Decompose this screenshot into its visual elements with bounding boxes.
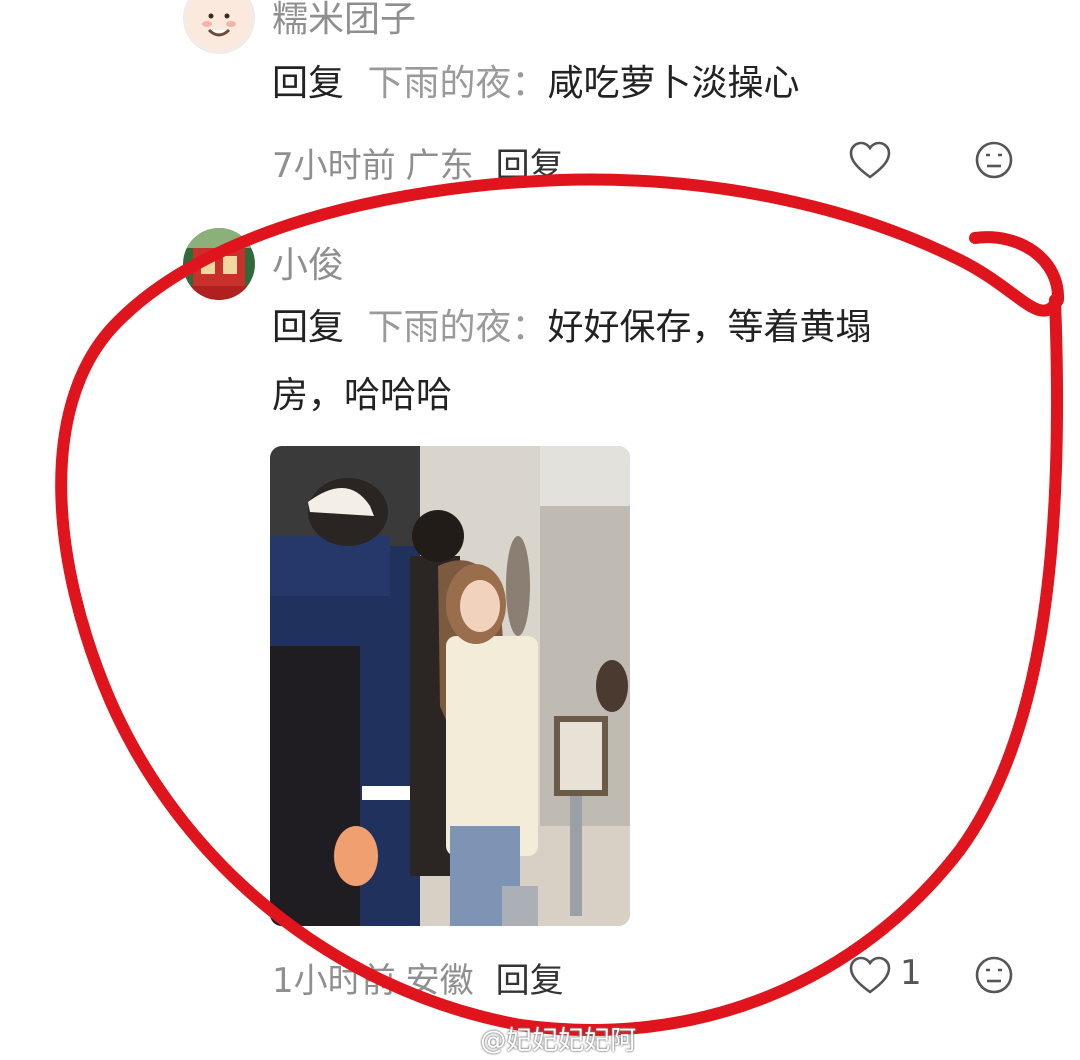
watermark-text: @妃妃妃妃阿 [480, 1026, 637, 1056]
location: 安徽 [405, 961, 474, 1001]
dislike-button[interactable] [974, 140, 1014, 184]
comment-text: 回复 下雨的夜：好好保存，等着黄塌 [272, 306, 872, 349]
comment-meta: 1小时前 安徽 回复 [272, 953, 564, 1002]
heart-icon [849, 141, 891, 179]
comment-body-line1: 好好保存，等着黄塌 [547, 307, 872, 348]
reply-button[interactable]: 回复 [496, 961, 564, 1001]
dislike-button[interactable] [974, 955, 1014, 999]
like-button[interactable] [848, 955, 892, 999]
reply-prefix: 回复 [272, 307, 345, 348]
cartoon-face-avatar [184, 0, 254, 53]
comment-meta: 7小时前 广东 回复 [272, 138, 564, 187]
weibo-logo-icon [436, 1030, 471, 1055]
reply-target-username[interactable]: 下雨的夜： [367, 307, 547, 348]
avatar[interactable] [183, 0, 255, 54]
like-count: 1 [900, 953, 922, 993]
reply-target-username[interactable]: 下雨的夜： [367, 63, 547, 104]
timestamp: 1小时前 [272, 961, 396, 1001]
meh-face-icon [975, 141, 1013, 179]
comment-text: 回复 下雨的夜：咸吃萝卜淡操心 [272, 62, 800, 105]
meh-face-icon [975, 956, 1013, 994]
street-scene-photo [270, 446, 630, 926]
watermark: @妃妃妃妃阿 [436, 1020, 636, 1057]
reply-button[interactable]: 回复 [496, 146, 564, 186]
timestamp: 7小时前 [272, 146, 396, 186]
reply-prefix: 回复 [272, 63, 345, 104]
username[interactable]: 糯米团子 [272, 0, 416, 42]
heart-icon [849, 956, 891, 994]
comment-text-line2: 房，哈哈哈 [272, 375, 453, 416]
location: 广东 [405, 146, 474, 186]
storefront-avatar [183, 228, 255, 300]
username[interactable]: 小俊 [272, 236, 344, 288]
comment-body: 咸吃萝卜淡操心 [547, 63, 800, 104]
avatar[interactable] [183, 228, 255, 300]
like-button[interactable] [848, 140, 892, 184]
comment-photo[interactable] [270, 446, 630, 926]
